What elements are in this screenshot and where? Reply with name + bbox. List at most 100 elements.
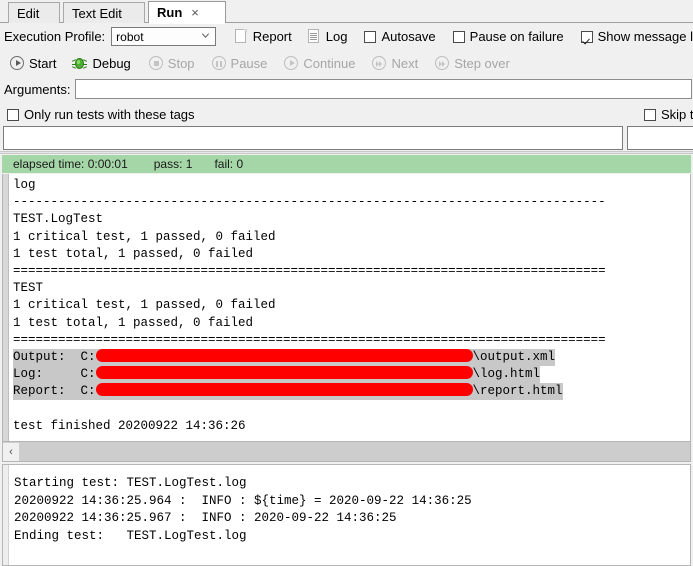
fail-count-label: fail: 0: [214, 157, 244, 171]
continue-button[interactable]: Continue: [284, 56, 355, 71]
start-label: Start: [29, 55, 57, 71]
log-line: TEST.LogTest: [13, 212, 104, 227]
arguments-label: Arguments:: [4, 81, 71, 97]
message-log-text: Starting test: TEST.LogTest.log 20200922 …: [14, 475, 690, 545]
horizontal-scrollbar[interactable]: ‹: [2, 442, 691, 462]
console-line: 20200922 14:36:25.964 : INFO : ${time} =…: [14, 493, 472, 508]
tab-text-edit-label: Text Edit: [72, 5, 122, 21]
log-path-label: Log: C:: [13, 367, 96, 382]
checkbox-box-skip-tests: [644, 108, 656, 121]
execution-profile-select[interactable]: robot: [111, 27, 216, 46]
status-bar: elapsed time: 0:00:01 pass: 1 fail: 0: [2, 155, 691, 173]
chevron-down-icon: [201, 33, 209, 39]
arguments-input[interactable]: [75, 79, 692, 99]
log-line: 1 test total, 1 passed, 0 failed: [13, 246, 254, 261]
autosave-checkbox[interactable]: Autosave: [364, 29, 436, 44]
toolbar-row-tags: Only run tests with these tags Skip test: [0, 102, 693, 127]
console-line: Starting test: TEST.LogTest.log: [14, 476, 247, 490]
tab-edit-label: Edit: [17, 5, 40, 21]
pass-count-label: pass: 1: [153, 157, 193, 171]
report-label: Report: [252, 29, 292, 44]
scrollbar-track[interactable]: [19, 442, 690, 461]
start-button[interactable]: Start: [10, 56, 56, 71]
redaction-bar: [95, 349, 473, 363]
show-message-log-checkbox[interactable]: Show message l: [580, 29, 693, 44]
run-output-text: log -------------------------------------…: [13, 177, 690, 435]
console-line: 20200922 14:36:25.967 : INFO : 2020-09-2…: [14, 511, 397, 525]
document-lines-icon: [307, 28, 321, 45]
log-path-suffix: \log.html: [472, 367, 541, 382]
log-path-suffix: \report.html: [472, 384, 563, 399]
console-scrollbar-gutter[interactable]: [3, 465, 9, 565]
step-over-label: Step over: [454, 55, 510, 71]
log-line: 1 test total, 1 passed, 0 failed: [13, 315, 254, 330]
run-output-pane[interactable]: log -------------------------------------…: [2, 174, 691, 442]
log-line: log: [13, 178, 36, 192]
step-over-button[interactable]: Step over: [435, 56, 510, 71]
pause-label: Pause: [230, 55, 268, 71]
checkbox-box-pause-on-failure: [452, 30, 465, 43]
log-line: TEST: [13, 281, 44, 296]
log-line: ----------------------------------------…: [13, 195, 606, 210]
play-continue-icon: [284, 56, 299, 70]
message-log-pane[interactable]: Starting test: TEST.LogTest.log 20200922 …: [2, 464, 691, 566]
redaction-bar: [95, 366, 473, 380]
log-line: ========================================…: [13, 332, 606, 347]
debug-label: Debug: [92, 55, 131, 71]
log-line: ========================================…: [13, 263, 606, 278]
skip-tests-label: Skip test: [661, 107, 693, 122]
close-icon[interactable]: ×: [191, 6, 199, 19]
tab-bar: Edit Text Edit Run ×: [0, 0, 693, 24]
toolbar-separator: [0, 151, 693, 154]
elapsed-time-label: elapsed time: 0:00:01: [13, 157, 128, 171]
stop-button[interactable]: Stop: [148, 56, 195, 71]
bug-icon: [72, 56, 88, 71]
log-button[interactable]: Log: [307, 28, 348, 45]
log-path-line: Output: C: \output.xml: [13, 348, 690, 367]
tab-run[interactable]: Run ×: [148, 1, 226, 24]
pause-on-failure-label: Pause on failure: [469, 29, 564, 44]
log-line: 1 critical test, 1 passed, 0 failed: [13, 229, 276, 244]
only-run-tags-label: Only run tests with these tags: [24, 107, 195, 122]
stop-icon: [148, 56, 163, 70]
toolbar-row-arguments: Arguments:: [0, 76, 693, 102]
pause-on-failure-checkbox[interactable]: Pause on failure: [452, 29, 564, 44]
skip-tests-input[interactable]: [627, 126, 693, 150]
skip-tests-checkbox[interactable]: Skip test: [644, 107, 693, 122]
execution-profile-label: Execution Profile:: [4, 29, 106, 44]
scroll-left-arrow-icon[interactable]: ‹: [3, 442, 19, 461]
tab-text-edit[interactable]: Text Edit: [63, 2, 145, 23]
debug-button[interactable]: Debug: [72, 55, 131, 71]
continue-label: Continue: [303, 55, 356, 71]
log-line: 1 critical test, 1 passed, 0 failed: [13, 298, 276, 313]
next-button[interactable]: Next: [372, 56, 418, 71]
report-button[interactable]: Report: [234, 28, 292, 45]
tab-edit[interactable]: Edit: [8, 2, 60, 23]
log-path-line: Log: C: \log.html: [13, 366, 690, 384]
toolbar-row-profile: Execution Profile: robot Report Log Auto…: [0, 23, 693, 50]
toolbar-row-run-controls: Start Debug Stop Pause Continue Next Ste…: [0, 50, 693, 76]
document-icon: [234, 28, 248, 45]
next-label: Next: [391, 55, 419, 71]
pause-icon: [211, 56, 226, 70]
log-path-label: Report: C:: [13, 384, 96, 399]
log-finished-line: test finished 20200922 14:36:26: [13, 418, 246, 433]
vertical-scrollbar-gutter[interactable]: [3, 174, 9, 441]
skip-forward-icon: [372, 56, 387, 70]
autosave-label: Autosave: [381, 29, 436, 44]
execution-profile-value: robot: [116, 29, 144, 44]
checkbox-box-show-message-log: [580, 30, 593, 43]
run-tab-panel: Edit Text Edit Run × Execution Profile: …: [0, 0, 693, 566]
log-path-label: Output: C:: [13, 349, 96, 364]
redaction-bar: [95, 383, 473, 397]
show-message-log-label: Show message l: [597, 29, 693, 44]
skip-forward-step-icon: [435, 56, 450, 70]
only-run-tags-input[interactable]: [3, 126, 623, 150]
log-blank-line: [13, 400, 690, 417]
tab-run-label: Run: [157, 5, 183, 20]
pause-button[interactable]: Pause: [211, 55, 268, 71]
active-tab-underline: [149, 22, 225, 24]
log-path-line: Report: C: \report.html: [13, 383, 690, 401]
log-label: Log: [325, 29, 348, 44]
only-run-tags-checkbox[interactable]: Only run tests with these tags: [7, 107, 195, 122]
